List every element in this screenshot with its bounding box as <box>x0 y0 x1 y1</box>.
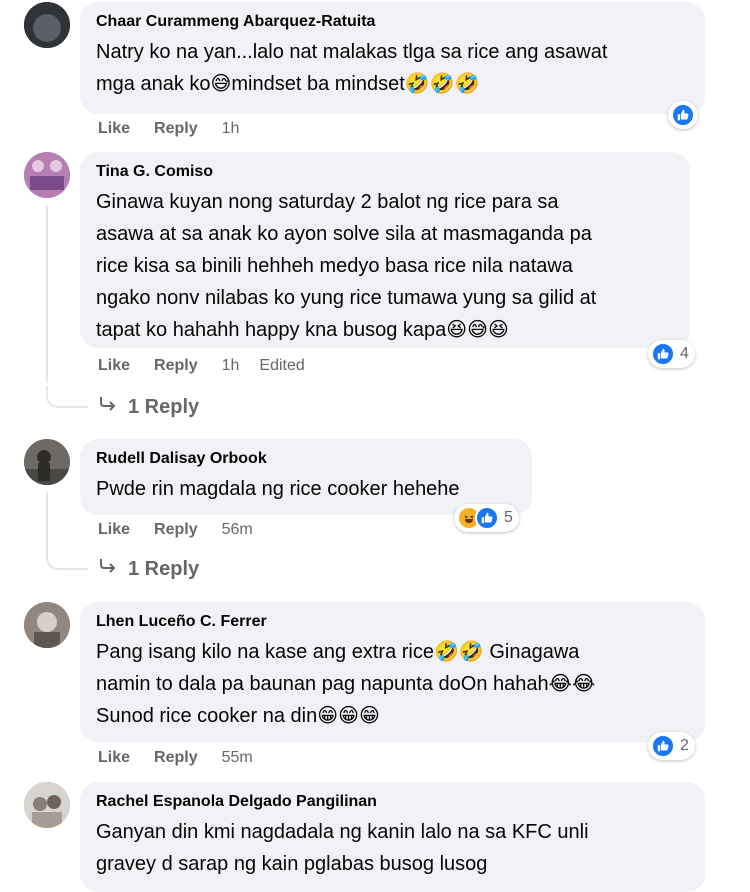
avatar-image <box>24 782 70 828</box>
like-button[interactable]: Like <box>98 749 130 767</box>
view-replies-link[interactable]: 1 Reply <box>98 395 199 419</box>
comment-line: Pwde rin magdala ng rice cooker hehehe <box>96 478 460 500</box>
avatar[interactable] <box>24 2 70 48</box>
comment: Tina G. Comiso Ginawa kuyan nong saturda… <box>0 150 750 430</box>
comment-timestamp[interactable]: 56m <box>222 521 253 539</box>
comment-timestamp[interactable]: 55m <box>222 749 253 767</box>
comment-line: Natry ko na yan...lalo nat malakas tlga … <box>96 41 608 63</box>
comment-line: mga anak ko😅mindset ba mindset🤣🤣🤣 <box>96 73 480 95</box>
comment-actions: Like Reply 1h Edited <box>98 357 305 375</box>
comment-text: Ganyan din kmi nagdadala ng kanin lalo n… <box>96 816 691 880</box>
avatar[interactable] <box>24 439 70 485</box>
comment-bubble: Rachel Espanola Delgado Pangilinan Ganya… <box>80 782 705 892</box>
avatar[interactable] <box>24 602 70 648</box>
reaction-count: 2 <box>680 737 689 754</box>
comment-line: rice kisa sa binili hehheh medyo basa ri… <box>96 255 573 277</box>
comment: Lhen Luceño C. Ferrer Pang isang kilo na… <box>0 600 750 780</box>
comment-timestamp[interactable]: 1h <box>222 357 240 375</box>
comment-actions: Like Reply 56m <box>98 521 273 539</box>
comment-author[interactable]: Tina G. Comiso <box>96 162 676 182</box>
comment-text: Pwde rin magdala ng rice cooker hehehe <box>96 473 518 505</box>
comment-actions: Like Reply 1h <box>98 120 259 138</box>
replies-count-label: 1 Reply <box>128 395 200 418</box>
like-icon <box>651 342 675 366</box>
comment-text: Natry ko na yan...lalo nat malakas tlga … <box>96 36 691 100</box>
comment: Rudell Dalisay Orbook Pwde rin magdala n… <box>0 437 750 597</box>
comment: Rachel Espanola Delgado Pangilinan Ganya… <box>0 780 750 892</box>
avatar[interactable] <box>24 782 70 828</box>
comment-line: gravey d sarap ng kain pglabas busog lus… <box>96 853 488 875</box>
comment-bubble: Tina G. Comiso Ginawa kuyan nong saturda… <box>80 152 690 348</box>
like-icon <box>671 103 695 127</box>
comment-text: Ginawa kuyan nong saturday 2 balot ng ri… <box>96 186 676 346</box>
comment-line: Ganyan din kmi nagdadala ng kanin lalo n… <box>96 821 589 843</box>
comment-line: Sunod rice cooker na din😁😁😁 <box>96 705 380 727</box>
avatar-image <box>24 152 70 198</box>
reaction-summary[interactable]: 4 <box>648 340 695 368</box>
reply-button[interactable]: Reply <box>154 120 198 138</box>
avatar-image <box>24 439 70 485</box>
reaction-summary[interactable]: 5 <box>454 504 519 532</box>
comment-text: Pang isang kilo na kase ang extra rice🤣🤣… <box>96 636 691 732</box>
reaction-summary[interactable] <box>668 101 698 129</box>
like-button[interactable]: Like <box>98 357 130 375</box>
reaction-count: 4 <box>680 345 689 362</box>
reply-arrow-icon <box>98 557 118 581</box>
like-button[interactable]: Like <box>98 120 130 138</box>
comment-bubble: Lhen Luceño C. Ferrer Pang isang kilo na… <box>80 602 705 742</box>
comment-author[interactable]: Rachel Espanola Delgado Pangilinan <box>96 792 691 812</box>
comment-actions: Like Reply 55m <box>98 749 273 767</box>
reply-button[interactable]: Reply <box>154 357 198 375</box>
comment-author[interactable]: Chaar Curammeng Abarquez-Ratuita <box>96 12 691 32</box>
edited-label: Edited <box>259 357 305 374</box>
comment-line: namin to dala pa baunan pag napunta doOn… <box>96 673 596 695</box>
reply-button[interactable]: Reply <box>154 749 198 767</box>
comment-timestamp[interactable]: 1h <box>222 120 240 138</box>
comment-line: Ginawa kuyan nong saturday 2 balot ng ri… <box>96 191 559 213</box>
comment-bubble: Chaar Curammeng Abarquez-Ratuita Natry k… <box>80 2 705 114</box>
avatar[interactable] <box>24 152 70 198</box>
comment: Chaar Curammeng Abarquez-Ratuita Natry k… <box>0 0 750 150</box>
comment-line: asawa at sa anak ko ayon solve sila at m… <box>96 223 592 245</box>
avatar-image <box>24 2 70 48</box>
comment-line: ngako nonv nilabas ko yung rice tumawa y… <box>96 287 597 309</box>
comment-author[interactable]: Lhen Luceño C. Ferrer <box>96 612 691 632</box>
view-replies-link[interactable]: 1 Reply <box>98 557 199 581</box>
reply-arrow-icon <box>98 395 118 419</box>
like-icon <box>475 506 499 530</box>
like-icon <box>651 734 675 758</box>
like-button[interactable]: Like <box>98 521 130 539</box>
reply-button[interactable]: Reply <box>154 521 198 539</box>
comment-line: tapat ko hahahh happy kna busog kapa😆😅😆 <box>96 319 509 341</box>
avatar-image <box>24 602 70 648</box>
comment-line: Pang isang kilo na kase ang extra rice🤣🤣… <box>96 641 580 663</box>
comment-author[interactable]: Rudell Dalisay Orbook <box>96 449 518 469</box>
replies-count-label: 1 Reply <box>128 557 200 580</box>
reaction-count: 5 <box>504 509 513 526</box>
reaction-summary[interactable]: 2 <box>648 732 695 760</box>
